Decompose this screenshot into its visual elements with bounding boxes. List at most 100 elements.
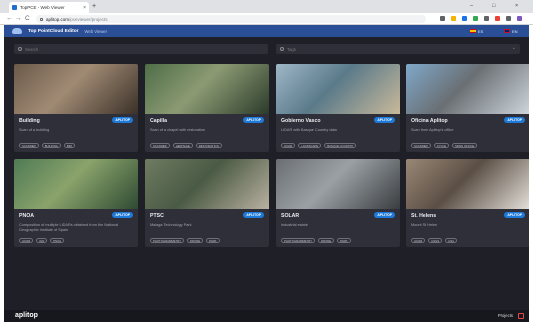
- project-card[interactable]: Gobierno Vasco APLITOP LIDAR with Basque C…: [276, 64, 400, 152]
- tag-chip[interactable]: BIM: [63, 143, 75, 148]
- tab-close-icon[interactable]: ×: [83, 5, 86, 11]
- cloud-logo-icon: [12, 28, 22, 34]
- app-viewport: Top PointCloud Editor Web Viewer ES EN ⌄…: [4, 25, 529, 322]
- project-thumbnail[interactable]: [14, 64, 138, 114]
- project-tags: SCANNER BUILDING BIM: [19, 143, 75, 148]
- project-thumbnail[interactable]: [406, 64, 529, 114]
- extension-icon[interactable]: [473, 16, 478, 21]
- address-bar[interactable]: aplitop.com /pceviewer/projects: [36, 15, 426, 23]
- tag-chip[interactable]: CYCLE: [433, 143, 450, 148]
- tag-chip[interactable]: PNOA: [50, 238, 65, 243]
- tag-chip[interactable]: PARK: [206, 238, 220, 243]
- tag-chip[interactable]: DRONE: [318, 238, 335, 243]
- project-tags: LIDAR LANDSCAPE BASQUE COUNTRY: [281, 143, 357, 148]
- project-description: Scan of a building: [19, 128, 50, 132]
- language-es-button[interactable]: ES: [470, 28, 483, 34]
- footer: aplitop Projects: [4, 310, 529, 322]
- project-thumbnail[interactable]: [276, 64, 400, 114]
- extension-icon[interactable]: [484, 16, 489, 21]
- project-card[interactable]: SOLAR APLITOP Industrial estate PHOTOGRAMME…: [276, 159, 400, 247]
- tag-chip[interactable]: HERITAGE: [172, 143, 193, 148]
- window-maximize-button[interactable]: □: [492, 1, 495, 11]
- language-en-button[interactable]: EN: [504, 28, 518, 34]
- tag-chip[interactable]: LIDAR: [281, 143, 296, 148]
- tag-chip[interactable]: PHOTOGRAMMETRY: [150, 238, 185, 243]
- tag-chip[interactable]: SCANNER: [411, 143, 431, 148]
- projects-link[interactable]: Projects: [498, 313, 513, 318]
- browser-tab[interactable]: TopPCE - Web Viewer ×: [9, 2, 89, 13]
- reload-button[interactable]: C: [25, 14, 30, 24]
- project-thumbnail[interactable]: [14, 159, 138, 209]
- extension-icon[interactable]: [462, 16, 467, 21]
- project-thumbnail[interactable]: [145, 64, 269, 114]
- tag-chip[interactable]: DRONE: [187, 238, 204, 243]
- tag-chip[interactable]: LIDAR: [411, 238, 426, 243]
- app-subtitle: Web Viewer: [84, 28, 107, 34]
- tags-filter-input[interactable]: ⌄: [276, 44, 520, 54]
- search-field[interactable]: [25, 46, 225, 52]
- project-card[interactable]: Building APLITOP Scan of a building SCANNER…: [14, 64, 138, 152]
- project-description: Industrial estate: [281, 223, 308, 227]
- tag-chip[interactable]: SCANNER: [150, 143, 170, 148]
- project-description: Composition of multiple LIDARs obtained …: [19, 223, 119, 232]
- lock-icon: [40, 17, 43, 21]
- extension-icon[interactable]: [440, 16, 445, 21]
- extension-icon[interactable]: [517, 16, 522, 21]
- project-thumbnail[interactable]: [406, 159, 529, 209]
- owner-badge: APLITOP: [243, 117, 264, 123]
- tag-chip[interactable]: LIDAR: [19, 238, 34, 243]
- project-thumbnail[interactable]: [145, 159, 269, 209]
- new-tab-button[interactable]: +: [92, 2, 96, 11]
- project-card[interactable]: Capilla APLITOP Scan of a chapel with rest…: [145, 64, 269, 152]
- project-title: Building: [19, 118, 40, 124]
- extension-icon[interactable]: [506, 16, 511, 21]
- url-path: /pceviewer/projects: [69, 16, 108, 22]
- window-minimize-button[interactable]: –: [470, 1, 473, 11]
- tag-chip[interactable]: BASQUE COUNTRY: [324, 143, 357, 148]
- tag-chip[interactable]: BUILDING: [41, 143, 61, 148]
- back-button[interactable]: ←: [6, 14, 13, 24]
- window-close-button[interactable]: ×: [515, 1, 518, 11]
- owner-badge: APLITOP: [374, 117, 395, 123]
- tag-chip[interactable]: SCANNER: [19, 143, 39, 148]
- project-title: Capilla: [150, 118, 168, 124]
- project-title: Oficina Aplitop: [411, 118, 448, 124]
- search-input[interactable]: [14, 44, 268, 54]
- project-card[interactable]: PNOA APLITOP Composition of multiple LIDAR…: [14, 159, 138, 247]
- project-description: Malaga Technology Park: [150, 223, 192, 227]
- project-card[interactable]: St. Helens APLITOP Mount St Helen LIDAR USGS…: [406, 159, 529, 247]
- language-en-label: EN: [512, 28, 518, 34]
- project-description: Scan from Aplitop's office: [411, 128, 454, 132]
- project-title: SOLAR: [281, 213, 300, 219]
- tag-chip[interactable]: USGS: [428, 238, 443, 243]
- project-description: Scan of a chapel with restoration: [150, 128, 206, 132]
- tags-field[interactable]: [287, 46, 487, 52]
- tag-chip[interactable]: PARK: [337, 238, 351, 243]
- project-card[interactable]: PTSC APLITOP Malaga Technology Park PHOTOGR…: [145, 159, 269, 247]
- extension-icon[interactable]: [451, 16, 456, 21]
- app-favicon-icon: [12, 5, 17, 10]
- tag-chip[interactable]: USA: [445, 238, 457, 243]
- tag-chip[interactable]: RESTORATION: [195, 143, 222, 148]
- spain-flag-icon: [470, 29, 476, 33]
- project-tags: PHOTOGRAMMETRY DRONE PARK: [281, 238, 351, 243]
- project-title: St. Helens: [411, 213, 437, 219]
- forward-button[interactable]: →: [15, 14, 22, 24]
- url-host: aplitop.com: [46, 16, 70, 22]
- tag-chip[interactable]: IGN: [36, 238, 48, 243]
- project-title: PNOA: [19, 213, 34, 219]
- tag-chip[interactable]: PHOTOGRAMMETRY: [281, 238, 316, 243]
- project-thumbnail[interactable]: [276, 159, 400, 209]
- project-title: Gobierno Vasco: [281, 118, 321, 124]
- chevron-down-icon[interactable]: ⌄: [512, 45, 516, 51]
- tag-chip[interactable]: SPAIN OFFICE: [452, 143, 478, 148]
- uk-flag-icon: [504, 29, 510, 33]
- project-tags: SCANNER HERITAGE RESTORATION: [150, 143, 222, 148]
- logout-icon[interactable]: [518, 312, 524, 319]
- tag-chip[interactable]: LANDSCAPE: [298, 143, 322, 148]
- browser-tab-bar: TopPCE - Web Viewer × + – □ ×: [0, 0, 533, 13]
- extension-icon[interactable]: [495, 16, 500, 21]
- owner-badge: APLITOP: [504, 212, 525, 218]
- browser-tab-title: TopPCE - Web Viewer: [20, 5, 65, 10]
- project-card[interactable]: Oficina Aplitop APLITOP Scan from Aplitop'…: [406, 64, 529, 152]
